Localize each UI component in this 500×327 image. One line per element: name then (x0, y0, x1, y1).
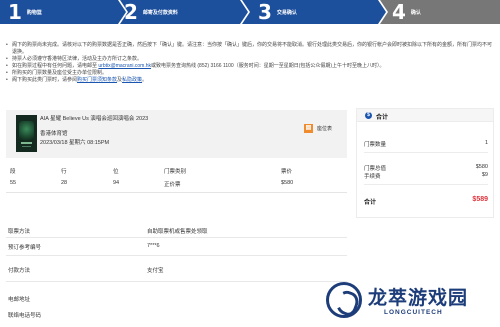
step-4-number: 4 (392, 0, 406, 24)
note-text: 。 (142, 77, 148, 83)
summary-title: 合计 (376, 115, 389, 121)
fee-row: 手续费 $9 (364, 172, 488, 180)
email-label: 电邮地址 (8, 297, 31, 303)
step-2: 2 邮寄及付款资料 (124, 0, 178, 24)
note-text: 阁下购买此类门票时，请参阅 (12, 77, 78, 83)
divider (364, 152, 488, 153)
step-4: 4 确认 (392, 0, 421, 24)
watermark: 龙萃游戏园 LONGCUITECH (322, 278, 497, 324)
ticket-price-value: $580 (475, 164, 488, 170)
divider (6, 237, 347, 238)
cell-section: 55 (10, 180, 17, 186)
total-label: 合计 (364, 200, 377, 206)
total-row: 合计 $589 (364, 196, 488, 206)
total-value: $589 (472, 196, 488, 203)
checkout-steps: 1 购物篮 2 邮寄及付款资料 3 交易确认 4 确认 (0, 0, 500, 24)
step-1-number: 1 (8, 0, 22, 24)
payment-value: 支付宝 (147, 268, 164, 274)
cell-price: $580 (281, 180, 294, 186)
divider (6, 255, 347, 256)
event-poster (16, 115, 37, 152)
note-text: 如在购票过程中有任何问题，请电邮至 (12, 63, 99, 69)
header-price: 票价 (281, 169, 293, 175)
watermark-text: 龙萃游戏园 (368, 287, 469, 309)
note-item: 所购买的门票数量及座位受主办单位限制。 (6, 70, 494, 77)
note-text: 持票人必须遵守香港特区法律，活动及主办方所订之条款。 (12, 56, 143, 62)
fee-label: 手续费 (364, 174, 381, 180)
note-text: 或致电票务查询热线 (852) 3166 1100（服务时间：星期一至星期日(包… (151, 63, 385, 69)
dollar-icon: $ (365, 112, 372, 119)
header-seat: 位 (113, 169, 119, 175)
header-section: 段 (10, 169, 16, 175)
note-item: 阁下购买此类门票时，请参阅购买门票须知条款及私隐政策。 (6, 77, 494, 84)
event-title: AIA 星耀 Believe Us 演唱会巡回演唱会 2023 (40, 116, 149, 122)
step-3-label: 交易确认 (276, 9, 297, 16)
note-item: 阁下的购票尚未完成。请核对以下的购票数据是否正确，然后按下「确认」键。请注意：当… (6, 42, 494, 56)
ticket-qty-value: 1 (484, 140, 488, 146)
seatmap-button[interactable]: ▤ 座位表 (304, 124, 332, 133)
watermark-subtext: LONGCUITECH (384, 309, 443, 316)
note-item: 如在购票过程中有任何问题，请电邮至 urbtix@macrani.com.hk或… (6, 63, 494, 70)
note-text: 阁下的购票尚未完成。请核对以下的购票数据是否正确，然后按下「确认」键。请注意：当… (12, 42, 493, 55)
ticket-qty-row: 门票数量 1 (364, 140, 488, 148)
header-ticket-type: 门票类别 (164, 169, 187, 175)
support-email-link[interactable]: urbtix@macrani.com.hk (98, 63, 151, 69)
pickup-label: 取票方法 (8, 229, 31, 235)
divider (364, 184, 488, 185)
step-3: 3 交易确认 (258, 0, 297, 24)
step-4-label: 确认 (410, 9, 421, 16)
cell-seat: 94 (113, 180, 120, 186)
cell-ticket-type: 正价票 (164, 182, 181, 188)
header-row: 行 (61, 169, 67, 175)
step-2-number: 2 (124, 0, 138, 24)
reference-label: 预订参考编号 (8, 245, 42, 251)
event-date: 2023/03/18 星期六 08:15PM (40, 140, 110, 146)
watermark-logo-icon (326, 282, 362, 318)
purchase-notes: 阁下的购票尚未完成。请核对以下的购票数据是否正确，然后按下「确认」键。请注意：当… (6, 42, 494, 84)
divider (6, 281, 347, 282)
pickup-value: 自助取票机或售票处领取 (147, 229, 208, 235)
fee-value: $9 (481, 172, 488, 178)
reference-value: 7***6 (147, 243, 160, 249)
phone-label: 联络电话号码 (8, 313, 42, 319)
cell-row: 28 (61, 180, 68, 186)
summary-header: $ 合计 (357, 109, 493, 122)
event-venue: 香港体育馆 (40, 131, 68, 137)
divider (6, 192, 347, 193)
privacy-link[interactable]: 私隐政策 (122, 77, 142, 83)
step-1: 1 购物篮 (8, 0, 42, 24)
seatmap-label: 座位表 (317, 126, 333, 132)
ticket-price-row: 门票总值 $580 (364, 164, 488, 172)
seatmap-icon: ▤ (304, 124, 313, 133)
note-item: 持票人必须遵守香港特区法律，活动及主办方所订之条款。 (6, 56, 494, 63)
step-3-number: 3 (258, 0, 272, 24)
step-1-label: 购物篮 (26, 9, 42, 16)
terms-link[interactable]: 购买门票须知条款 (77, 77, 117, 83)
note-text: 所购买的门票数量及座位受主办单位限制。 (12, 70, 108, 76)
step-2-label: 邮寄及付款资料 (142, 9, 178, 16)
payment-label: 付款方法 (8, 268, 31, 274)
steps-background (0, 0, 500, 24)
ticket-qty-label: 门票数量 (364, 142, 387, 148)
